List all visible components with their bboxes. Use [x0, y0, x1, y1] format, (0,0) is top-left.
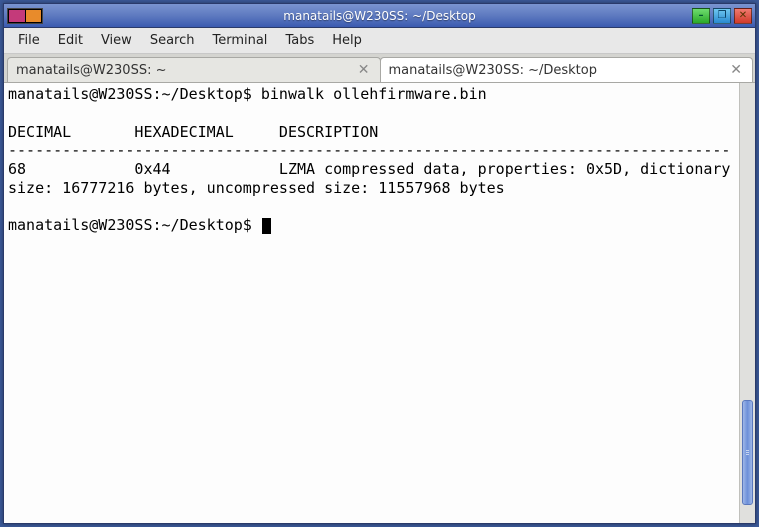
scroll-thumb[interactable]: [742, 400, 753, 506]
window-title: manatails@W230SS: ~/Desktop: [283, 9, 475, 23]
window-controls: – ❐ ✕: [692, 8, 752, 24]
tabbar: manatails@W230SS: ~ ✕ manatails@W230SS: …: [4, 54, 755, 82]
prompt: manatails@W230SS:~/Desktop$: [8, 85, 261, 103]
close-icon[interactable]: ✕: [728, 62, 744, 78]
menu-file[interactable]: File: [10, 30, 48, 51]
output-header: DECIMAL HEXADECIMAL DESCRIPTION: [8, 123, 378, 141]
tab-1[interactable]: manatails@W230SS: ~ ✕: [7, 57, 381, 82]
menu-terminal[interactable]: Terminal: [204, 30, 275, 51]
output-separator: ----------------------------------------…: [8, 141, 730, 159]
menu-search[interactable]: Search: [142, 30, 203, 51]
cursor-icon: [262, 218, 271, 234]
menu-tabs[interactable]: Tabs: [277, 30, 322, 51]
command-text: binwalk ollehfirmware.bin: [261, 85, 487, 103]
prompt: manatails@W230SS:~/Desktop$: [8, 216, 261, 234]
tab-label: manatails@W230SS: ~: [16, 63, 356, 78]
tab-label: manatails@W230SS: ~/Desktop: [389, 63, 729, 78]
maximize-button[interactable]: ❐: [713, 8, 731, 24]
terminal-area: manatails@W230SS:~/Desktop$ binwalk olle…: [4, 82, 755, 523]
close-icon[interactable]: ✕: [356, 62, 372, 78]
titlebar[interactable]: manatails@W230SS: ~/Desktop – ❐ ✕: [4, 4, 755, 28]
app-icon: [7, 8, 43, 24]
menu-edit[interactable]: Edit: [50, 30, 91, 51]
output-row: 68 0x44 LZMA compressed data, properties…: [8, 160, 739, 197]
terminal-window: manatails@W230SS: ~/Desktop – ❐ ✕ File E…: [3, 3, 756, 524]
scrollbar[interactable]: [739, 83, 755, 523]
minimize-button[interactable]: –: [692, 8, 710, 24]
close-button[interactable]: ✕: [734, 8, 752, 24]
tab-2[interactable]: manatails@W230SS: ~/Desktop ✕: [380, 57, 754, 82]
terminal-output[interactable]: manatails@W230SS:~/Desktop$ binwalk olle…: [4, 83, 739, 523]
menu-view[interactable]: View: [93, 30, 140, 51]
menubar: File Edit View Search Terminal Tabs Help: [4, 28, 755, 54]
menu-help[interactable]: Help: [324, 30, 370, 51]
